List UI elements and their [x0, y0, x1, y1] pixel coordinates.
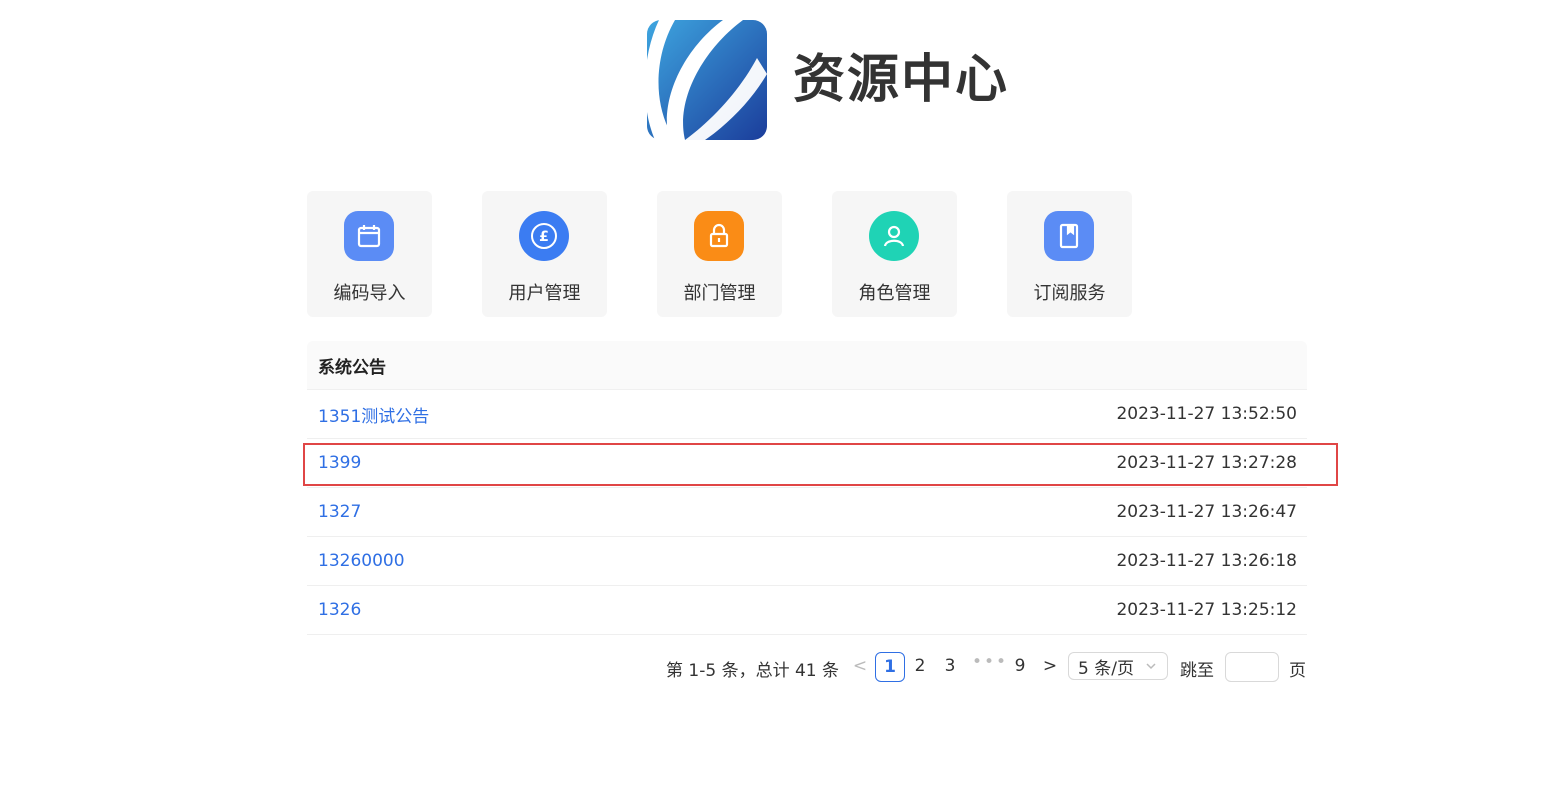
- page-3-button[interactable]: 3: [936, 652, 964, 680]
- notice-title: 系统公告: [307, 341, 1307, 390]
- tile-subscription-service[interactable]: 订阅服务: [1007, 191, 1132, 317]
- tile-department-management[interactable]: 部门管理: [657, 191, 782, 317]
- tile-label: 订阅服务: [1033, 283, 1106, 304]
- notice-row: 1399 2023-11-27 13:27:28: [307, 439, 1307, 488]
- notice-time: 2023-11-27 13:27:28: [1116, 453, 1297, 473]
- notice-title-link[interactable]: 1399: [318, 453, 361, 473]
- notice-title-link[interactable]: 13260000: [318, 551, 405, 571]
- app-title: 资源中心: [793, 50, 1010, 110]
- notice-title-link[interactable]: 1351测试公告: [318, 402, 429, 427]
- user-icon: [869, 211, 919, 261]
- page-size-value: 5 条/页: [1078, 658, 1134, 679]
- pagination-ellipsis[interactable]: •••: [972, 652, 1008, 672]
- svg-text:£: £: [539, 229, 549, 245]
- tile-user-management[interactable]: £ 用户管理: [482, 191, 607, 317]
- notice-title-link[interactable]: 1326: [318, 600, 361, 620]
- calendar-icon: [344, 211, 394, 261]
- notice-time: 2023-11-27 13:26:18: [1116, 551, 1297, 571]
- tile-label: 编码导入: [333, 283, 406, 304]
- page-1-button[interactable]: 1: [875, 652, 905, 682]
- notice-time: 2023-11-27 13:52:50: [1116, 404, 1297, 424]
- bookmark-book-icon: [1044, 211, 1094, 261]
- chevron-left-icon[interactable]: <: [851, 656, 869, 676]
- tile-label: 用户管理: [508, 283, 581, 304]
- pagination: 第 1-5 条，总计 41 条 < 1 2 3 ••• 9 > 5 条/页 跳至…: [0, 652, 1307, 684]
- tile-code-import[interactable]: 编码导入: [307, 191, 432, 317]
- notice-row: 13260000 2023-11-27 13:26:18: [307, 537, 1307, 586]
- page: 资源中心 编码导入 £ 用户管理 部门管理 角色管理 订阅服务 系统公告 135…: [0, 0, 1568, 802]
- page-suffix-label: 页: [1289, 661, 1306, 681]
- brand-swoosh-logo-icon: [645, 20, 767, 140]
- chevron-down-icon: [1146, 663, 1156, 670]
- pound-coin-icon: £: [519, 211, 569, 261]
- jump-to-page-input[interactable]: [1225, 652, 1279, 682]
- notice-time: 2023-11-27 13:25:12: [1116, 600, 1297, 620]
- pagination-total: 第 1-5 条，总计 41 条: [666, 661, 840, 681]
- notice-row: 1327 2023-11-27 13:26:47: [307, 488, 1307, 537]
- page-2-button[interactable]: 2: [906, 652, 934, 680]
- lock-icon: [694, 211, 744, 261]
- notice-row: 1351测试公告 2023-11-27 13:52:50: [307, 390, 1307, 439]
- tile-role-management[interactable]: 角色管理: [832, 191, 957, 317]
- notice-row: 1326 2023-11-27 13:25:12: [307, 586, 1307, 635]
- page-9-button[interactable]: 9: [1006, 652, 1034, 680]
- header: 资源中心: [0, 14, 1568, 144]
- jump-to-label: 跳至: [1180, 661, 1214, 681]
- chevron-right-icon[interactable]: >: [1041, 656, 1059, 676]
- notice-time: 2023-11-27 13:26:47: [1116, 502, 1297, 522]
- page-size-select[interactable]: 5 条/页: [1068, 652, 1168, 680]
- tile-label: 部门管理: [683, 283, 756, 304]
- notice-title-link[interactable]: 1327: [318, 502, 361, 522]
- tile-label: 角色管理: [858, 283, 931, 304]
- notice-panel: 系统公告 1351测试公告 2023-11-27 13:52:50 1399 2…: [307, 341, 1307, 635]
